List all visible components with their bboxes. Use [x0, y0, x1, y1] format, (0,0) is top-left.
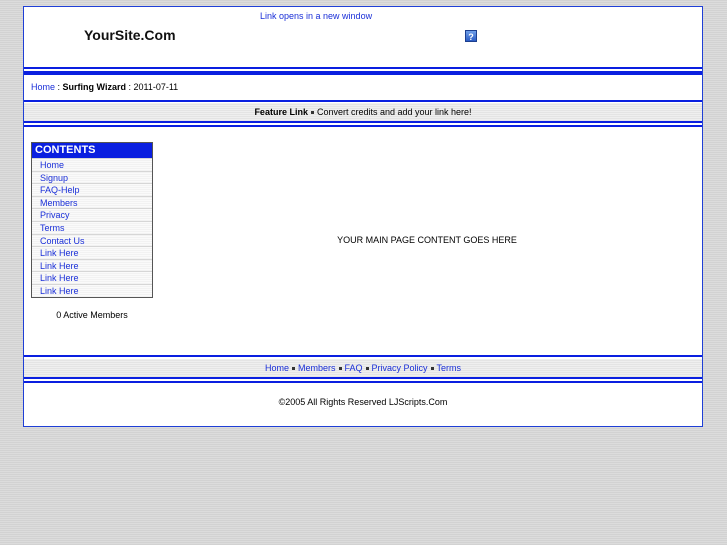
footer-link-privacy-policy[interactable]: Privacy Policy: [372, 363, 428, 373]
bullet-icon: [291, 367, 295, 371]
site-header: Link opens in a new window YourSite.Com …: [24, 7, 702, 67]
feature-link-text: Convert credits and add your link here!: [316, 107, 472, 117]
help-icon[interactable]: ?: [465, 30, 477, 42]
copyright-notice: ©2005 All Rights Reserved LJScripts.Com: [278, 397, 448, 407]
footer-link-terms[interactable]: Terms: [437, 363, 462, 373]
feature-link-bar[interactable]: Feature Link Convert credits and add your…: [24, 103, 702, 121]
menu-item-members[interactable]: Members: [32, 195, 152, 209]
breadcrumb-separator: :: [55, 82, 63, 92]
breadcrumb-home-link[interactable]: Home: [31, 82, 55, 92]
footer-divider-bottom-thick: [24, 381, 702, 383]
header-divider-thick: [24, 71, 702, 75]
bullet-icon: [338, 367, 342, 371]
footer-divider: [24, 355, 702, 357]
contents-menu: CONTENTS Home Signup FAQ-Help Members Pr…: [31, 142, 153, 298]
menu-item-link-here[interactable]: Link Here: [32, 246, 152, 259]
breadcrumb-date: 2011-07-11: [133, 82, 179, 92]
feature-divider-thick: [24, 125, 702, 127]
menu-item-contact-us[interactable]: Contact Us: [32, 233, 152, 247]
contents-title: CONTENTS: [32, 143, 152, 158]
header-divider: [24, 67, 702, 69]
active-members-count: 0 Active Members: [56, 310, 128, 320]
site-title: YourSite.Com: [84, 27, 176, 43]
bullet-icon: [430, 367, 434, 371]
new-window-link[interactable]: Link opens in a new window: [260, 11, 372, 21]
menu-item-link-here[interactable]: Link Here: [32, 283, 152, 297]
menu-item-link-here[interactable]: Link Here: [32, 271, 152, 284]
main-content-placeholder: YOUR MAIN PAGE CONTENT GOES HERE: [337, 235, 517, 245]
footer-link-faq[interactable]: FAQ: [345, 363, 363, 373]
feature-link-label: Feature Link: [254, 107, 308, 117]
menu-item-privacy[interactable]: Privacy: [32, 208, 152, 221]
breadcrumb-current-page: Surfing Wizard: [62, 82, 126, 92]
footer-nav: Home Members FAQ Privacy Policy Terms: [24, 359, 702, 377]
bullet-icon: [310, 111, 314, 115]
bullet-icon: [365, 367, 369, 371]
menu-item-faq-help[interactable]: FAQ-Help: [32, 183, 152, 196]
footer-link-members[interactable]: Members: [298, 363, 336, 373]
footer-link-home[interactable]: Home: [265, 363, 289, 373]
breadcrumb-divider: [24, 100, 702, 102]
menu-item-signup[interactable]: Signup: [32, 170, 152, 184]
menu-item-home[interactable]: Home: [32, 158, 152, 171]
breadcrumb: Home : Surfing Wizard : 2011-07-11: [31, 82, 178, 92]
menu-item-terms[interactable]: Terms: [32, 220, 152, 234]
footer-divider-bottom: [24, 377, 702, 379]
menu-item-link-here[interactable]: Link Here: [32, 258, 152, 272]
feature-divider: [24, 121, 702, 123]
page-frame: Link opens in a new window YourSite.Com …: [23, 6, 703, 427]
